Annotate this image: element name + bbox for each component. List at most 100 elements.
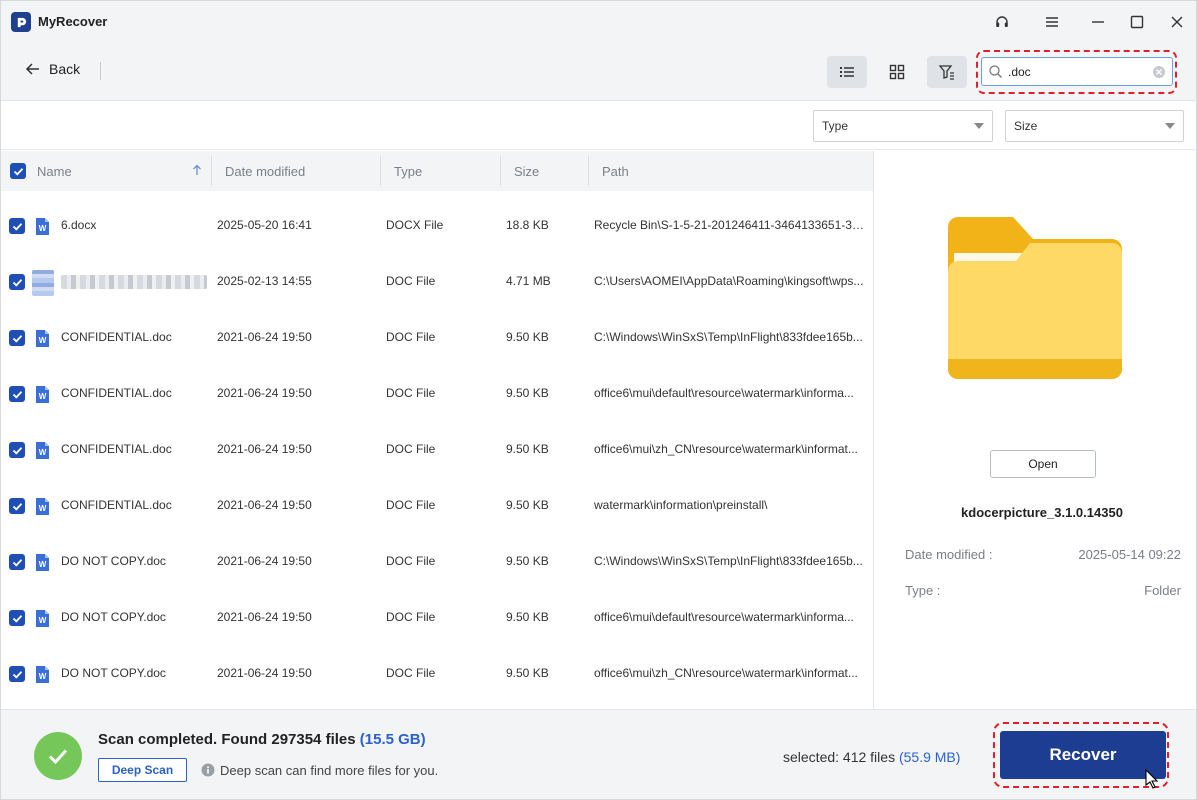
file-path: C:\Users\AOMEI\AppData\Roaming\kingsoft\… bbox=[594, 274, 864, 288]
file-path: C:\Windows\WinSxS\Temp\InFlight\833fdee1… bbox=[594, 330, 863, 344]
maximize-icon[interactable] bbox=[1124, 9, 1150, 35]
file-size: 9.50 KB bbox=[506, 386, 549, 400]
file-size: 18.8 KB bbox=[506, 218, 549, 232]
file-date: 2021-06-24 19:50 bbox=[217, 666, 312, 680]
type-filter-select[interactable]: Type bbox=[813, 110, 993, 142]
search-input[interactable] bbox=[1008, 64, 1148, 79]
file-date: 2021-06-24 19:50 bbox=[217, 442, 312, 456]
support-headset-icon[interactable] bbox=[989, 9, 1015, 35]
row-checkbox[interactable] bbox=[9, 330, 25, 346]
file-name: CONFIDENTIAL.doc bbox=[61, 442, 172, 456]
svg-text:W: W bbox=[39, 224, 47, 233]
column-header-path-label: Path bbox=[602, 163, 629, 179]
app-logo-icon bbox=[11, 12, 31, 32]
row-checkbox[interactable] bbox=[9, 386, 25, 402]
recover-button[interactable]: Recover bbox=[1000, 731, 1166, 779]
word-document-icon: W bbox=[36, 442, 49, 459]
check-icon bbox=[12, 278, 22, 287]
minimize-icon[interactable] bbox=[1085, 9, 1111, 35]
chevron-down-icon bbox=[974, 123, 984, 129]
select-all-checkbox[interactable] bbox=[10, 163, 26, 179]
column-header-date[interactable]: Date modified bbox=[225, 151, 305, 191]
file-name: CONFIDENTIAL.doc bbox=[61, 498, 172, 512]
check-icon bbox=[12, 614, 22, 623]
file-type: DOCX File bbox=[386, 218, 444, 232]
file-date: 2025-05-20 16:41 bbox=[217, 218, 312, 232]
back-button[interactable]: Back bbox=[25, 61, 80, 77]
deep-scan-button[interactable]: Deep Scan bbox=[98, 758, 187, 782]
table-row[interactable]: W DO NOT COPY.doc 2021-06-24 19:50 DOC File… bbox=[1, 646, 873, 702]
list-view-button[interactable] bbox=[827, 56, 867, 88]
title-bar: MyRecover bbox=[1, 1, 1196, 43]
file-name: DO NOT COPY.doc bbox=[61, 666, 166, 680]
type-filter-label: Type bbox=[822, 119, 849, 133]
file-path: office6\mui\zh_CN\resource\watermark\inf… bbox=[594, 666, 858, 680]
list-view-icon bbox=[840, 67, 854, 77]
selected-summary: selected: 412 files (55.9 MB) bbox=[783, 749, 960, 765]
file-type: DOC File bbox=[386, 274, 436, 288]
word-document-icon: W bbox=[36, 498, 49, 515]
svg-text:W: W bbox=[39, 448, 47, 457]
check-icon bbox=[12, 670, 22, 679]
app-window: MyRecover Back .doc Type Size Name Date … bbox=[0, 0, 1197, 800]
scan-status-text: Scan completed. Found 297354 files (15.5… bbox=[98, 731, 426, 748]
table-row[interactable]: W CONFIDENTIAL.doc 2021-06-24 19:50 DOC Fil… bbox=[1, 422, 873, 478]
file-path: office6\mui\default\resource\watermark\i… bbox=[594, 610, 854, 624]
size-filter-label: Size bbox=[1014, 119, 1038, 133]
table-row[interactable]: 2025-02-13 14:55 DOC File 4.71 MB C:\Users\… bbox=[1, 254, 873, 310]
check-icon bbox=[12, 558, 22, 567]
column-divider bbox=[588, 156, 589, 186]
file-date: 2021-06-24 19:50 bbox=[217, 554, 312, 568]
blurred-file-name bbox=[61, 275, 207, 289]
table-row[interactable]: W CONFIDENTIAL.doc 2021-06-24 19:50 DOC Fil… bbox=[1, 366, 873, 422]
info-icon bbox=[201, 763, 215, 777]
file-type: DOC File bbox=[386, 330, 436, 344]
file-path: C:\Windows\WinSxS\Temp\InFlight\833fdee1… bbox=[594, 554, 863, 568]
svg-text:W: W bbox=[39, 392, 47, 401]
table-row[interactable]: W DO NOT COPY.doc 2021-06-24 19:50 DOC File… bbox=[1, 590, 873, 646]
search-icon bbox=[989, 65, 1002, 78]
column-header-path[interactable]: Path bbox=[602, 151, 629, 191]
row-checkbox[interactable] bbox=[9, 218, 25, 234]
table-row[interactable]: W CONFIDENTIAL.doc 2021-06-24 19:50 DOC Fil… bbox=[1, 310, 873, 366]
file-name: CONFIDENTIAL.doc bbox=[61, 386, 172, 400]
check-icon bbox=[12, 334, 22, 343]
preview-file-name: kdocerpicture_3.1.0.14350 bbox=[961, 505, 1123, 520]
close-icon[interactable] bbox=[1164, 9, 1190, 35]
column-header-name[interactable]: Name bbox=[37, 151, 72, 191]
menu-icon[interactable] bbox=[1039, 9, 1065, 35]
chevron-down-icon bbox=[1165, 123, 1175, 129]
arrow-left-icon bbox=[25, 63, 39, 75]
scan-status-prefix: Scan completed. Found 297354 files bbox=[98, 731, 356, 748]
preview-type-label: Type : bbox=[905, 583, 941, 598]
row-checkbox[interactable] bbox=[9, 274, 25, 290]
open-button[interactable]: Open bbox=[990, 450, 1096, 478]
file-path: watermark\information\preinstall\ bbox=[594, 498, 768, 512]
file-date: 2021-06-24 19:50 bbox=[217, 330, 312, 344]
row-checkbox[interactable] bbox=[9, 498, 25, 514]
deep-scan-hint: Deep scan can find more files for you. bbox=[220, 763, 439, 778]
grid-view-button[interactable] bbox=[877, 56, 917, 88]
word-document-icon: W bbox=[36, 666, 49, 683]
search-box[interactable] bbox=[981, 57, 1173, 86]
sort-ascending-icon[interactable] bbox=[192, 164, 202, 176]
column-header-type[interactable]: Type bbox=[394, 151, 422, 191]
table-row[interactable]: W CONFIDENTIAL.doc 2021-06-24 19:50 DOC Fil… bbox=[1, 478, 873, 534]
app-title: MyRecover bbox=[38, 14, 108, 29]
filter-button[interactable] bbox=[927, 56, 967, 88]
column-header-size[interactable]: Size bbox=[514, 151, 539, 191]
size-filter-select[interactable]: Size bbox=[1005, 110, 1184, 142]
table-row[interactable]: W 6.docx 2025-05-20 16:41 DOCX File 18.8 KB R… bbox=[1, 198, 873, 254]
file-path: office6\mui\default\resource\watermark\i… bbox=[594, 386, 854, 400]
mouse-cursor-icon bbox=[1145, 769, 1159, 789]
table-row[interactable]: W DO NOT COPY.doc 2021-06-24 19:50 DOC File… bbox=[1, 534, 873, 590]
preview-date-label: Date modified : bbox=[905, 547, 993, 562]
row-checkbox[interactable] bbox=[9, 666, 25, 682]
row-checkbox[interactable] bbox=[9, 554, 25, 570]
file-name: 6.docx bbox=[61, 218, 97, 232]
file-name: CONFIDENTIAL.doc bbox=[61, 330, 172, 344]
filter-icon bbox=[938, 65, 954, 80]
row-checkbox[interactable] bbox=[9, 610, 25, 626]
row-checkbox[interactable] bbox=[9, 442, 25, 458]
clear-search-icon[interactable] bbox=[1152, 65, 1166, 79]
